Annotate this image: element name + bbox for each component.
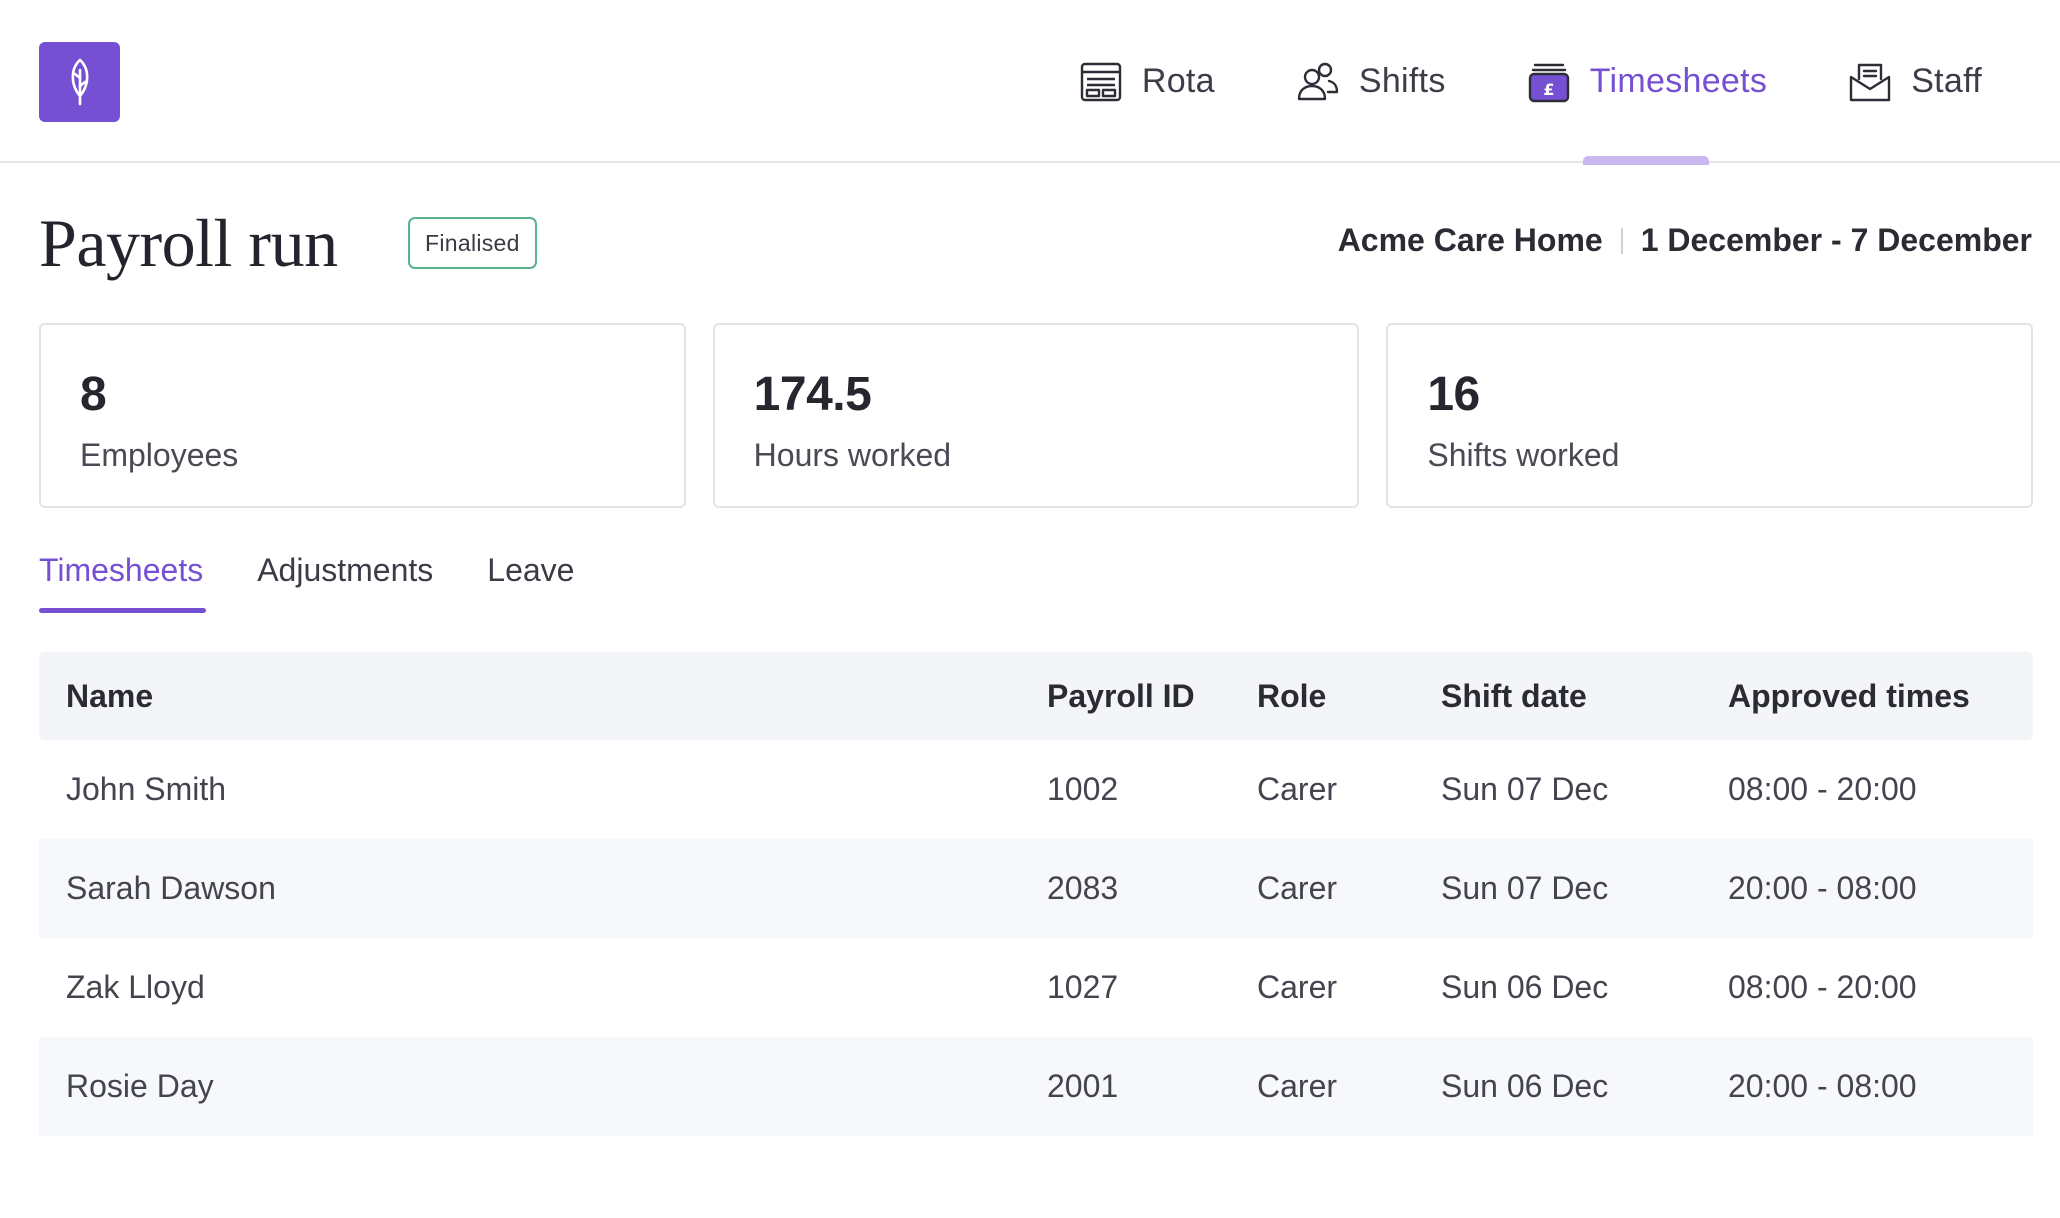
staff-icon (1849, 63, 1891, 101)
table-row[interactable]: John Smith 1002 Carer Sun 07 Dec 08:00 -… (39, 740, 2033, 839)
status-badge: Finalised (408, 217, 537, 269)
nav-item-shifts[interactable]: Shifts (1295, 0, 1446, 163)
app-logo[interactable] (39, 42, 120, 122)
column-header-payroll-id[interactable]: Payroll ID (1047, 678, 1257, 715)
nav-item-timesheets[interactable]: £ Timesheets (1526, 0, 1767, 163)
cell-payroll-id: 1027 (1047, 969, 1119, 1005)
cell-payroll-id: 2083 (1047, 870, 1119, 906)
cell-name: Sarah Dawson (66, 870, 276, 906)
stat-label: Employees (80, 437, 239, 473)
context-divider (1620, 227, 1623, 254)
stat-value: 8 (80, 368, 107, 421)
stat-value: 16 (1427, 368, 1480, 421)
stat-card-shifts-worked: 16 Shifts worked (1386, 323, 2034, 508)
cell-shift-date: Sun 07 Dec (1441, 771, 1609, 807)
cell-approved-times: 08:00 - 20:00 (1728, 771, 1917, 807)
nav-item-staff[interactable]: Staff (1847, 0, 1982, 163)
main-nav: Rota Shifts £ Timesheets Staff (1078, 0, 1982, 163)
cell-payroll-id: 2001 (1047, 1068, 1119, 1104)
summary-stats: 8 Employees 174.5 Hours worked 16 Shifts… (39, 323, 2034, 508)
payroll-tabs: Timesheets Adjustments Leave (39, 552, 574, 613)
cell-name: John Smith (66, 771, 227, 807)
nav-label-shifts: Shifts (1358, 62, 1446, 100)
nav-label-timesheets: Timesheets (1589, 62, 1768, 100)
timesheets-table: Name Payroll ID Role Shift date Approved… (39, 652, 2033, 1136)
tab-adjustments[interactable]: Adjustments (257, 552, 433, 613)
tab-timesheets[interactable]: Timesheets (39, 552, 207, 613)
cell-shift-date: Sun 07 Dec (1441, 870, 1609, 906)
cell-shift-date: Sun 06 Dec (1441, 1068, 1609, 1104)
timesheets-icon: £ (1528, 63, 1569, 102)
app-window: Rota Shifts £ Timesheets Staff Payroll r… (0, 0, 2060, 1218)
cell-name: Zak Lloyd (66, 969, 205, 1005)
cell-role: Carer (1257, 771, 1338, 807)
column-header-role[interactable]: Role (1257, 678, 1441, 715)
cell-approved-times: 08:00 - 20:00 (1728, 969, 1917, 1005)
location-name: Acme Care Home (1337, 222, 1603, 258)
cell-role: Carer (1257, 1068, 1338, 1104)
rota-icon (1080, 62, 1122, 101)
stat-card-employees: 8 Employees (39, 323, 686, 508)
feather-icon (71, 58, 88, 106)
column-header-approved-times[interactable]: Approved times (1728, 678, 2033, 715)
nav-item-rota[interactable]: Rota (1078, 0, 1215, 163)
table-row[interactable]: Rosie Day 2001 Carer Sun 06 Dec 20:00 - … (39, 1037, 2033, 1136)
payroll-context: Acme Care Home 1 December - 7 December (1338, 222, 2032, 259)
cell-name: Rosie Day (66, 1068, 214, 1104)
stat-label: Hours worked (753, 437, 952, 473)
column-header-name[interactable]: Name (39, 678, 1047, 715)
table-header-row: Name Payroll ID Role Shift date Approved… (39, 652, 2033, 740)
cell-role: Carer (1257, 969, 1338, 1005)
stat-value: 174.5 (753, 368, 872, 421)
table-row[interactable]: Zak Lloyd 1027 Carer Sun 06 Dec 08:00 - … (39, 938, 2033, 1037)
cell-role: Carer (1257, 870, 1338, 906)
tab-leave[interactable]: Leave (487, 552, 574, 613)
nav-label-rota: Rota (1141, 62, 1215, 100)
shifts-icon (1297, 62, 1339, 100)
page-title: Payroll run (39, 205, 338, 281)
table-row[interactable]: Sarah Dawson 2083 Carer Sun 07 Dec 20:00… (39, 839, 2033, 938)
column-header-shift-date[interactable]: Shift date (1441, 678, 1728, 715)
stat-card-hours-worked: 174.5 Hours worked (712, 323, 1360, 508)
cell-shift-date: Sun 06 Dec (1441, 969, 1609, 1005)
cell-approved-times: 20:00 - 08:00 (1728, 870, 1917, 906)
nav-label-staff: Staff (1911, 62, 1982, 100)
svg-text:£: £ (1543, 80, 1554, 99)
cell-payroll-id: 1002 (1047, 771, 1119, 807)
stat-label: Shifts worked (1427, 437, 1620, 473)
cell-approved-times: 20:00 - 08:00 (1728, 1068, 1917, 1104)
date-range: 1 December - 7 December (1640, 222, 2032, 258)
top-header: Rota Shifts £ Timesheets Staff (0, 0, 2060, 163)
